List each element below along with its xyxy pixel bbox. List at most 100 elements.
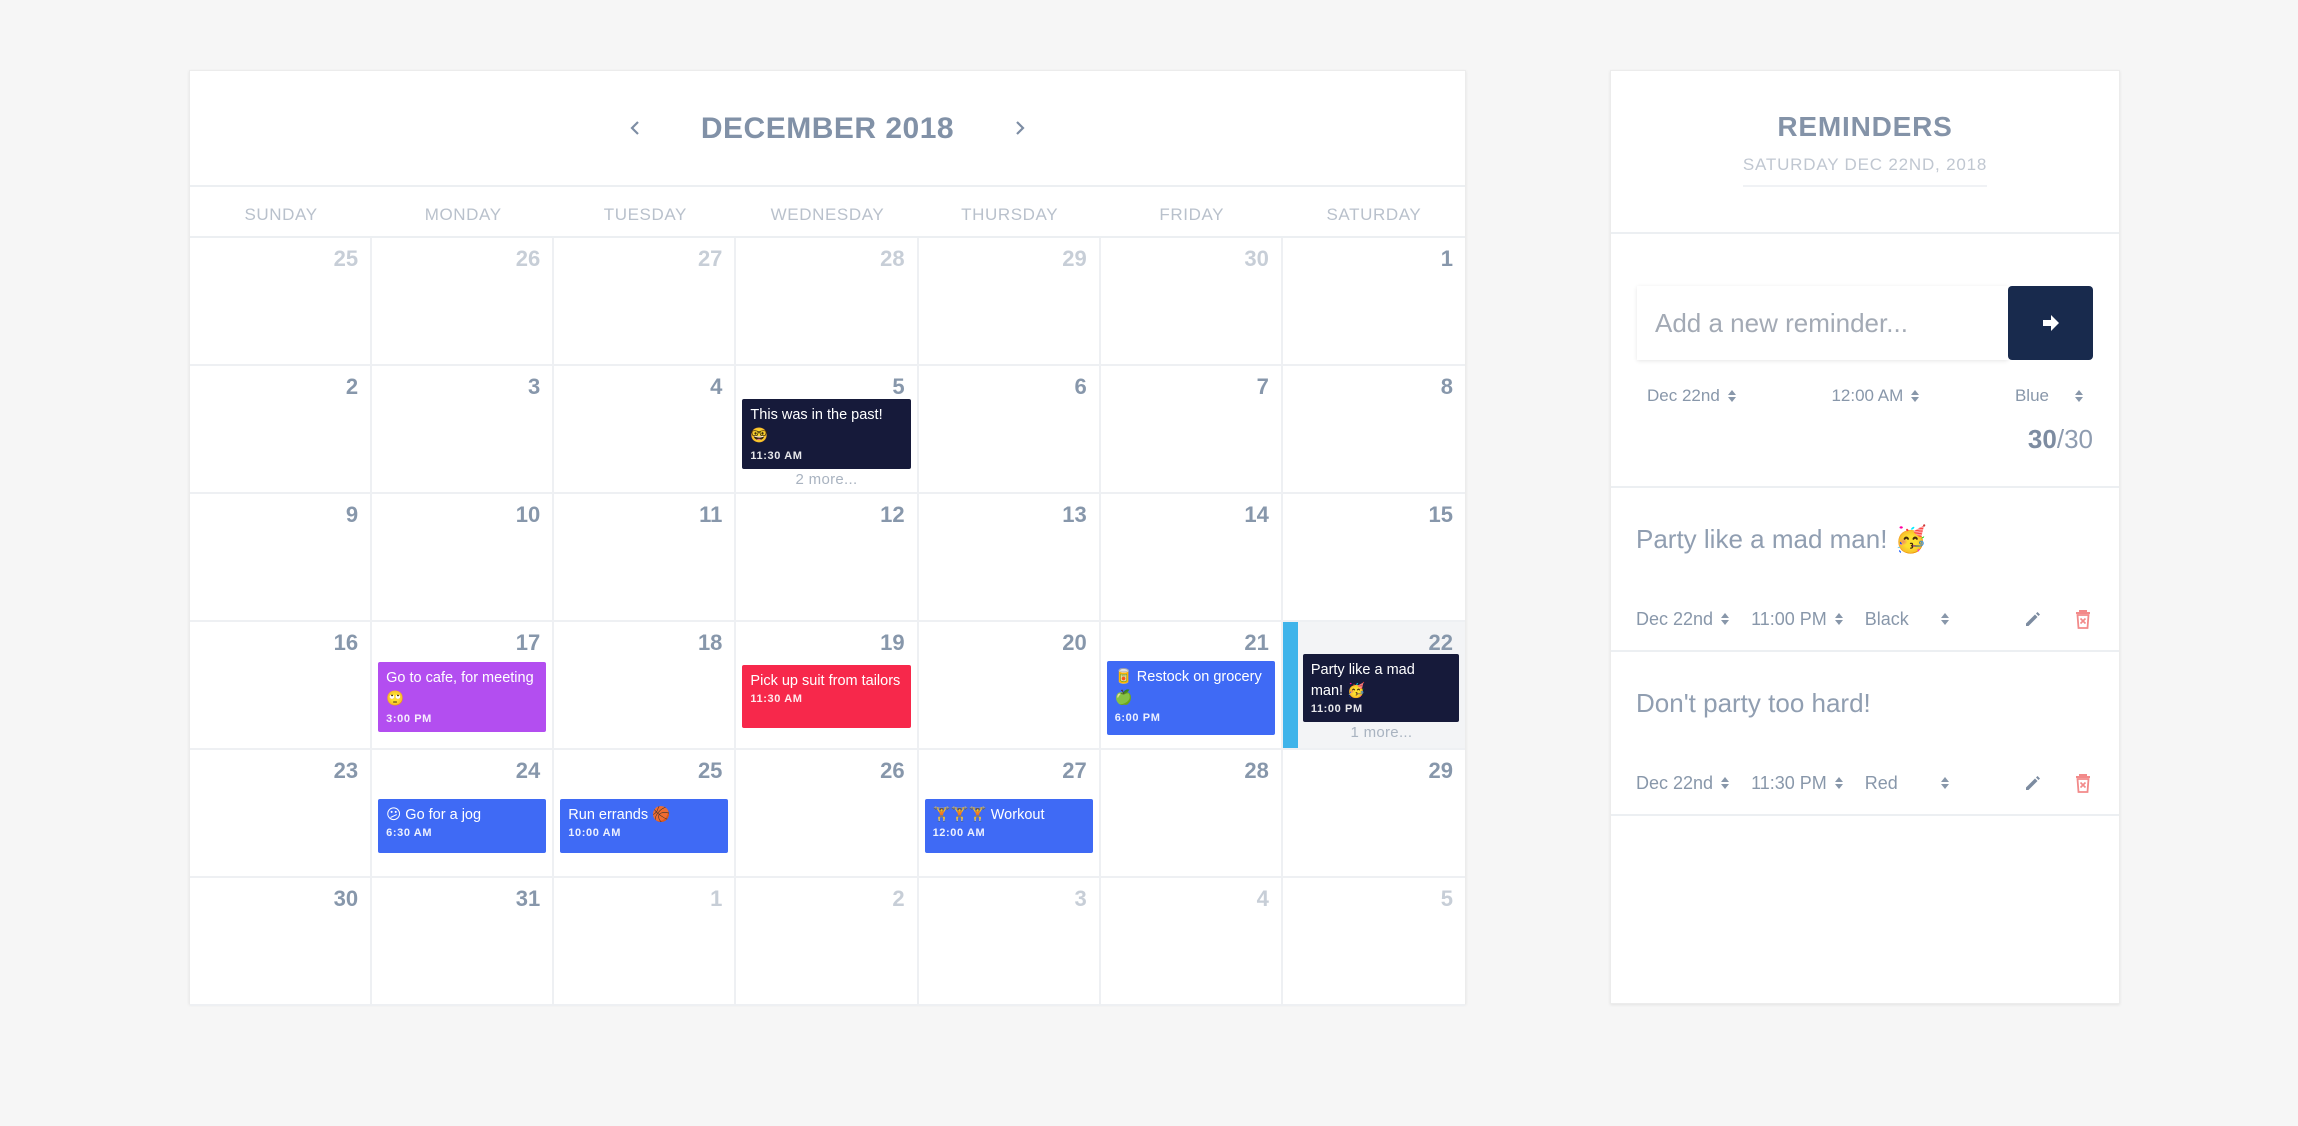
day-cell[interactable]: 4	[554, 366, 737, 494]
event-title: 🏋🏋🏋 Workout	[932, 807, 1045, 823]
trash-icon	[2076, 610, 2090, 629]
event-card[interactable]: Run errands 🏀 10:00 AM	[560, 799, 729, 853]
day-cell[interactable]: 25	[190, 238, 373, 366]
day-cell[interactable]: 5	[1282, 878, 1465, 1006]
day-cell[interactable]: 15	[1282, 494, 1465, 622]
day-number: 26	[880, 758, 905, 783]
pencil-icon	[2026, 776, 2040, 790]
calendar-header: DECEMBER 2018	[190, 71, 1465, 187]
reminder-time-label: 11:30 PM	[1751, 772, 1827, 793]
day-number: 1	[710, 886, 723, 911]
day-cell[interactable]: 11	[554, 494, 737, 622]
event-time: 11:30 AM	[750, 450, 803, 462]
day-cell[interactable]: 5 This was in the past! 🤓 11:30 AM 2 mor…	[736, 366, 919, 494]
day-cell[interactable]: 25 Run errands 🏀 10:00 AM	[554, 750, 737, 878]
weekday-label: SUNDAY	[244, 204, 318, 224]
reminder-color-select[interactable]: Black	[1865, 609, 1949, 630]
day-cell[interactable]: 20	[918, 622, 1101, 750]
event-time: 6:30 AM	[386, 827, 433, 839]
delete-button[interactable]	[2072, 608, 2094, 630]
day-cell[interactable]: 12	[736, 494, 919, 622]
day-cell[interactable]: 21 🥫 Restock on grocery 🍏 6:00 PM	[1100, 622, 1283, 750]
weekday-label: FRIDAY	[1159, 204, 1225, 224]
calendar-panel: DECEMBER 2018 SUNDAY MONDAY TUESDAY WEDN…	[189, 70, 1466, 1006]
edit-button[interactable]	[2022, 772, 2044, 794]
reminder-item: Party like a mad man! 🥳 Dec 22nd 11:00 P…	[1611, 488, 2119, 652]
day-cell[interactable]: 29	[918, 238, 1101, 366]
event-card[interactable]: Pick up suit from tailors 11:30 AM	[742, 665, 911, 728]
day-cell[interactable]: 28	[736, 238, 919, 366]
edit-button[interactable]	[2022, 608, 2044, 630]
event-card[interactable]: Go to cafe, for meeting 🙄 3:00 PM	[378, 662, 547, 732]
day-cell[interactable]: 27	[554, 238, 737, 366]
event-card[interactable]: Party like a mad man! 🥳 11:00 PM	[1302, 654, 1459, 722]
day-cell[interactable]: 14	[1100, 494, 1283, 622]
day-cell[interactable]: 3	[918, 878, 1101, 1006]
day-cell[interactable]: 10	[372, 494, 555, 622]
reminder-input[interactable]	[1637, 286, 2008, 360]
day-cell[interactable]: 9	[190, 494, 373, 622]
month-title: DECEMBER 2018	[700, 112, 955, 145]
reminder-text[interactable]: Party like a mad man! 🥳	[1636, 524, 2094, 555]
day-number: 9	[345, 502, 359, 527]
day-number: 2	[345, 374, 359, 399]
delete-button[interactable]	[2072, 772, 2094, 794]
chevron-left-icon	[630, 121, 639, 135]
reminder-text[interactable]: Don't party too hard!	[1636, 688, 2094, 719]
day-cell[interactable]: 8	[1282, 366, 1465, 494]
reminder-color-select[interactable]: Red	[1865, 773, 1949, 794]
day-cell[interactable]: 3	[372, 366, 555, 494]
day-number: 19	[880, 630, 905, 655]
day-cell[interactable]: 31	[372, 878, 555, 1006]
color-select[interactable]: Blue	[2015, 386, 2083, 406]
reminders-date: SATURDAY DEC 22ND, 2018	[1742, 155, 1988, 187]
day-number: 14	[1244, 502, 1269, 527]
pencil-icon	[2026, 612, 2040, 626]
day-cell[interactable]: 17 Go to cafe, for meeting 🙄 3:00 PM	[372, 622, 555, 750]
reminder-date-select[interactable]: Dec 22nd	[1636, 773, 1730, 794]
day-cell[interactable]: 7	[1100, 366, 1283, 494]
reminder-time-select[interactable]: 11:30 PM	[1751, 773, 1843, 794]
next-month-button[interactable]	[1006, 114, 1034, 142]
date-select[interactable]: Dec 22nd	[1647, 386, 1736, 406]
date-select-label: Dec 22nd	[1647, 386, 1720, 405]
reminder-time-select[interactable]: 11:00 PM	[1751, 609, 1843, 630]
day-cell[interactable]: 18	[554, 622, 737, 750]
day-cell[interactable]: 1	[1282, 238, 1465, 366]
day-cell[interactable]: 16	[190, 622, 373, 750]
day-cell[interactable]: 2	[736, 878, 919, 1006]
add-reminder-section: Dec 22nd 12:00 AM Blue 30/30	[1611, 234, 2119, 488]
day-cell[interactable]: 28	[1100, 750, 1283, 878]
day-cell[interactable]: 29	[1282, 750, 1465, 878]
event-card[interactable]: 🏋🏋🏋 Workout 12:00 AM	[924, 799, 1093, 853]
day-cell[interactable]: 1	[554, 878, 737, 1006]
day-cell[interactable]: 27 🏋🏋🏋 Workout 12:00 AM	[918, 750, 1101, 878]
event-card[interactable]: This was in the past! 🤓 11:30 AM	[742, 399, 911, 469]
day-number: 27	[697, 246, 723, 271]
day-cell[interactable]: 4	[1100, 878, 1283, 1006]
day-cell[interactable]: 19 Pick up suit from tailors 11:30 AM	[736, 622, 919, 750]
day-cell[interactable]: 23	[190, 750, 373, 878]
reminder-date-select[interactable]: Dec 22nd	[1636, 609, 1730, 630]
event-card[interactable]: 😕 Go for a jog 6:30 AM	[378, 799, 547, 853]
day-number: 23	[333, 758, 359, 783]
day-cell[interactable]: 26	[372, 238, 555, 366]
reminder-actions	[2022, 772, 2094, 794]
day-cell[interactable]: 2	[190, 366, 373, 494]
day-cell-selected[interactable]: 22 Party like a mad man! 🥳 11:00 PM 1 mo…	[1282, 622, 1465, 750]
time-select[interactable]: 12:00 AM	[1831, 386, 1920, 406]
day-cell[interactable]: 13	[918, 494, 1101, 622]
day-cell[interactable]: 24 😕 Go for a jog 6:30 AM	[372, 750, 555, 878]
event-card[interactable]: 🥫 Restock on grocery 🍏 6:00 PM	[1106, 661, 1275, 735]
more-events-link[interactable]: 1 more...	[1298, 724, 1465, 741]
day-cell[interactable]: 30	[1100, 238, 1283, 366]
reminder-color-label: Black	[1864, 608, 1909, 629]
day-cell[interactable]: 26	[736, 750, 919, 878]
more-events-link[interactable]: 2 more...	[736, 471, 916, 488]
prev-month-button[interactable]	[621, 114, 649, 142]
day-cell[interactable]: 6	[918, 366, 1101, 494]
day-number: 27	[1062, 758, 1087, 783]
day-cell[interactable]: 30	[190, 878, 373, 1006]
add-reminder-button[interactable]	[2008, 286, 2093, 360]
new-reminder-options: Dec 22nd 12:00 AM Blue	[1637, 386, 2093, 406]
